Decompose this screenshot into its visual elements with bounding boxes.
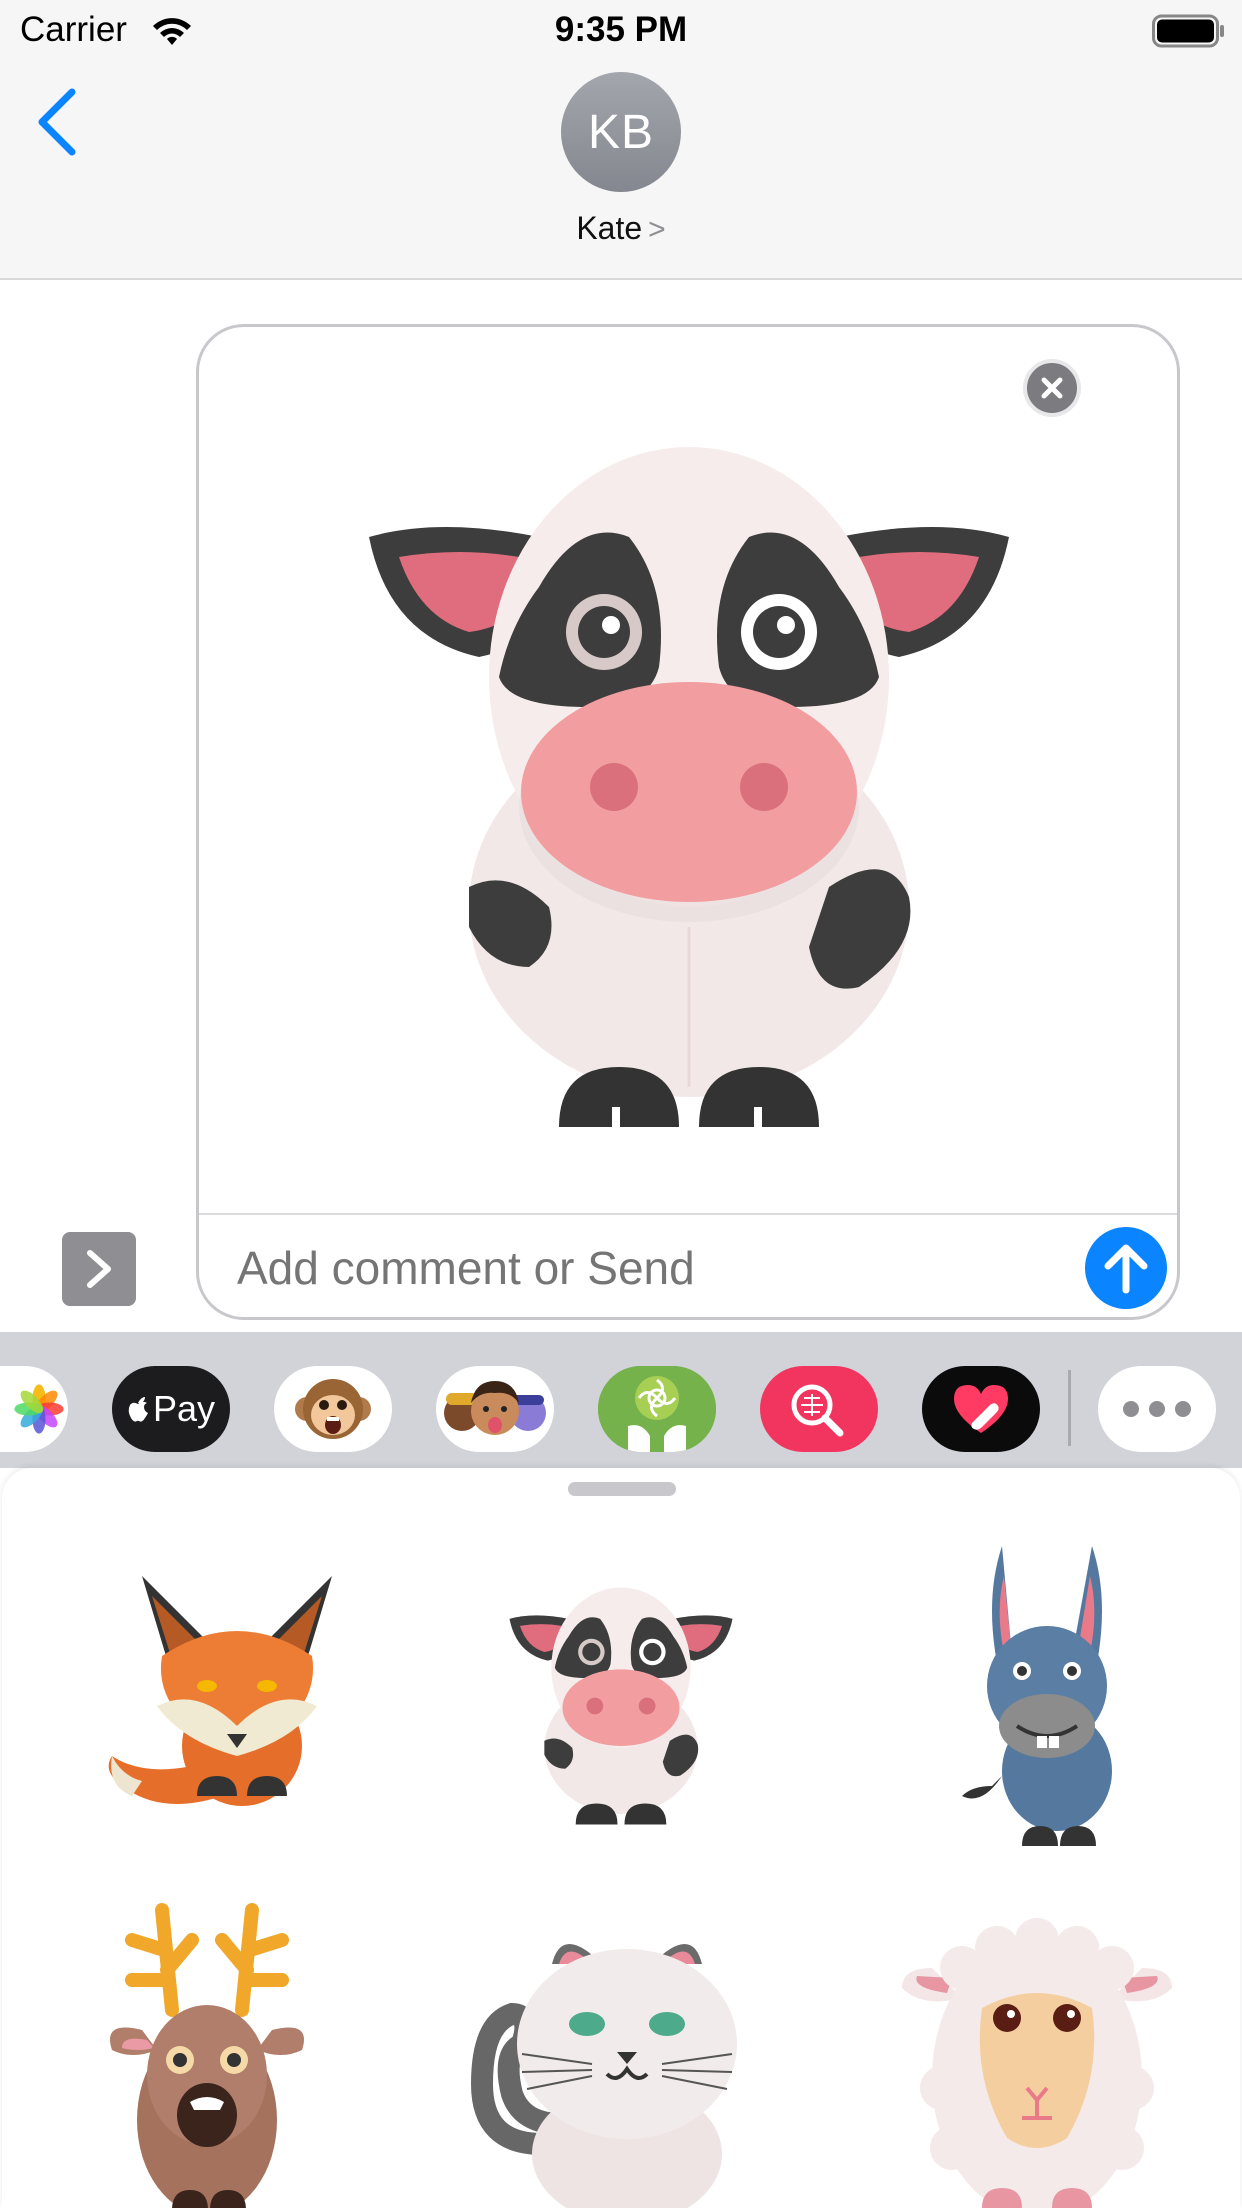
remove-sticker-button[interactable]: [1023, 359, 1081, 417]
contact-name-button[interactable]: Kate >: [0, 210, 1242, 247]
fox-sticker[interactable]: [102, 1556, 332, 1816]
cow-sticker-preview: [369, 447, 1009, 1127]
sticker-browser: [2, 1468, 1240, 2208]
sticker-app-button[interactable]: [598, 1366, 716, 1452]
navigation-header: Carrier 9:35 PM KB Kate >: [0, 0, 1242, 280]
apple-pay-label: Pay: [152, 1388, 216, 1429]
imessage-app-drawer: Pay: [0, 1332, 1242, 1468]
sticker-compose-card: [196, 324, 1180, 1320]
chevron-right-icon: [87, 1250, 111, 1288]
apple-logo-icon: [128, 1397, 148, 1422]
donkey-sticker[interactable]: [952, 1546, 1132, 1846]
comment-bar: [199, 1213, 1177, 1317]
sheep-sticker[interactable]: [902, 1908, 1172, 2208]
photos-app-icon: [14, 1384, 64, 1434]
contact-name-label: Kate: [576, 210, 643, 246]
magnifier-icon: [791, 1384, 844, 1437]
search-images-app-button[interactable]: [760, 1366, 878, 1452]
sheet-grabber[interactable]: [568, 1482, 676, 1496]
photos-app-button[interactable]: [0, 1366, 68, 1452]
strip-divider: [1068, 1370, 1071, 1446]
ellipsis-icon: [1123, 1401, 1191, 1417]
comment-input[interactable]: [237, 1241, 1037, 1295]
digital-touch-app-button[interactable]: [922, 1366, 1040, 1452]
arrow-up-icon: [1104, 1244, 1148, 1294]
cat-sticker[interactable]: [462, 1924, 782, 2208]
animoji-app-button[interactable]: [274, 1366, 392, 1452]
apple-pay-app-button[interactable]: Pay: [112, 1366, 230, 1452]
contact-avatar[interactable]: KB: [561, 72, 681, 192]
battery-icon: [1152, 14, 1224, 48]
chevron-right-icon: >: [648, 213, 666, 246]
memoji-icon: [444, 1381, 546, 1435]
back-chevron-icon[interactable]: [30, 84, 90, 164]
status-time: 9:35 PM: [554, 10, 688, 49]
cow-sticker[interactable]: [506, 1568, 736, 1830]
expand-apps-button[interactable]: [62, 1232, 136, 1306]
memoji-app-button[interactable]: [436, 1366, 554, 1452]
monkey-icon: [295, 1379, 371, 1439]
more-apps-button[interactable]: [1098, 1366, 1216, 1452]
heart-touch-icon: [954, 1385, 1008, 1433]
sticker-app-icon: [598, 1366, 716, 1452]
close-icon: [1041, 377, 1063, 399]
send-button[interactable]: [1085, 1227, 1167, 1309]
deer-sticker[interactable]: [102, 1900, 312, 2208]
status-bar: Carrier 9:35 PM: [0, 0, 1242, 62]
